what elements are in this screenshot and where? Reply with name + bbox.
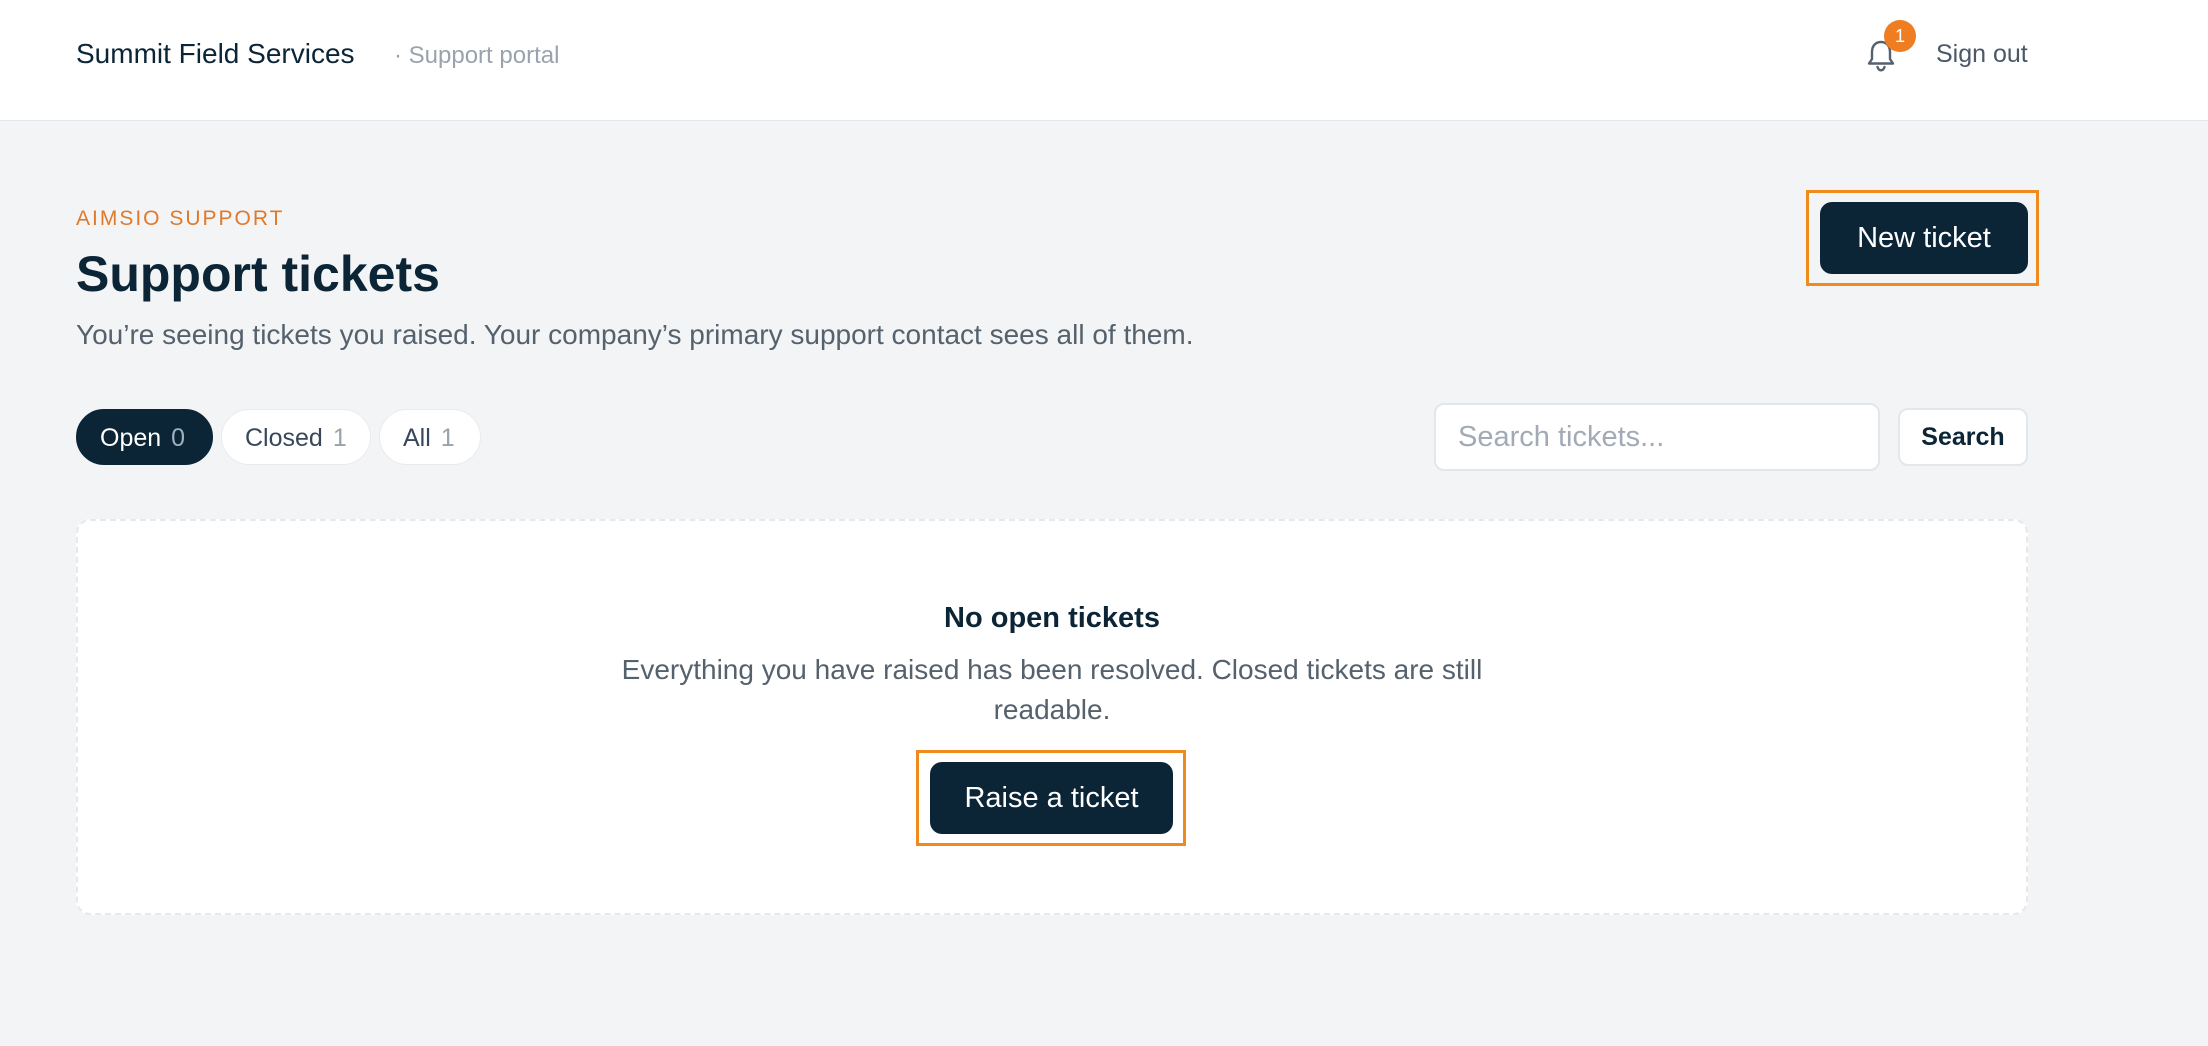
empty-state-title: No open tickets — [944, 602, 1160, 634]
tab-label: Open — [100, 424, 162, 452]
tab-count: 0 — [171, 424, 186, 452]
new-ticket-button[interactable]: New ticket — [1820, 202, 2028, 274]
section-eyebrow: AIMSIO SUPPORT — [76, 207, 285, 230]
brand-name[interactable]: Summit Field Services — [76, 38, 355, 70]
tab-all[interactable]: All 1 — [379, 409, 481, 465]
search-button[interactable]: Search — [1898, 408, 2028, 466]
tab-count: 1 — [332, 424, 347, 452]
tab-count: 1 — [440, 424, 455, 452]
tab-label: Closed — [245, 424, 323, 452]
top-navigation-bar: Summit Field Services · Support portal 1… — [0, 0, 2208, 121]
page-title: Support tickets — [76, 246, 440, 302]
tab-closed[interactable]: Closed 1 — [221, 409, 371, 465]
page-subtitle: You’re seeing tickets you raised. Your c… — [76, 319, 1194, 350]
portal-label: · Support portal — [394, 42, 560, 69]
notification-count-badge: 1 — [1884, 20, 1916, 52]
tab-open[interactable]: Open 0 — [76, 409, 213, 465]
tab-label: All — [403, 424, 431, 452]
empty-state-message: Everything you have raised has been reso… — [621, 654, 1483, 725]
search-tickets-input[interactable] — [1434, 403, 1880, 471]
raise-ticket-button[interactable]: Raise a ticket — [930, 762, 1173, 834]
sign-out-link[interactable]: Sign out — [1936, 40, 2028, 69]
